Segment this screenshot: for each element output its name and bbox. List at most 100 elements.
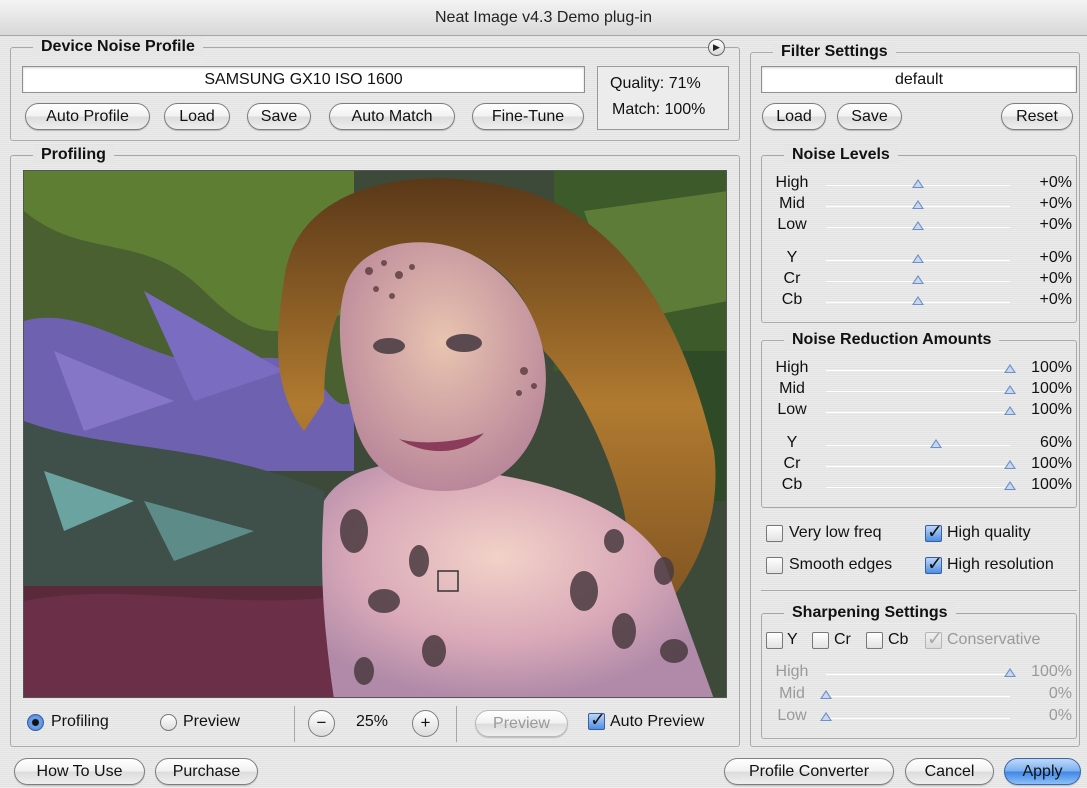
slider-label: Low xyxy=(777,401,807,418)
sharpen-y-label: Y xyxy=(787,631,798,648)
slider-track[interactable] xyxy=(826,412,1010,413)
auto-preview-checkbox[interactable] xyxy=(588,709,606,732)
slider-thumb[interactable] xyxy=(912,296,924,305)
slider-row-low: Low +0% xyxy=(766,215,1072,237)
slider-label: Cb xyxy=(781,291,803,308)
slider-value: 100% xyxy=(1031,455,1072,472)
slider-thumb[interactable] xyxy=(912,200,924,209)
slider-value: 0% xyxy=(1048,685,1072,702)
conservative-label: Conservative xyxy=(947,631,1041,648)
zoom-out-button[interactable]: − xyxy=(308,710,335,737)
slider-label: Y xyxy=(786,434,798,451)
slider-row-high: High 100% xyxy=(766,358,1072,380)
slider-thumb[interactable] xyxy=(820,712,832,721)
slider-row-mid: Mid +0% xyxy=(766,194,1072,216)
slider-label: Low xyxy=(777,216,807,233)
auto-match-button[interactable]: Auto Match xyxy=(329,103,455,130)
zoom-level: 25% xyxy=(356,713,389,730)
slider-value: 100% xyxy=(1031,359,1072,376)
profile-converter-button[interactable]: Profile Converter xyxy=(724,758,894,785)
device-noise-profile-group: Device Noise Profile ▶ SAMSUNG GX10 ISO … xyxy=(10,37,740,141)
slider-thumb[interactable] xyxy=(930,439,943,448)
slider-track[interactable] xyxy=(826,487,1010,488)
high-quality-label: High quality xyxy=(947,524,1031,541)
slider-row-high: High 100% xyxy=(766,662,1072,684)
filter-preset-field[interactable]: default xyxy=(761,66,1077,93)
sharpen-y-checkbox[interactable] xyxy=(766,632,783,649)
slider-row-low: Low 0% xyxy=(766,706,1072,728)
slider-label: High xyxy=(775,174,809,191)
slider-value: 60% xyxy=(1039,434,1072,451)
slider-label: Y xyxy=(786,249,798,266)
cancel-button[interactable]: Cancel xyxy=(905,758,994,785)
match-readout: Match: 100% xyxy=(612,101,706,118)
high-quality-checkbox[interactable] xyxy=(925,521,943,544)
slider-thumb[interactable] xyxy=(912,221,924,230)
slider-row-cb: Cb 100% xyxy=(766,475,1072,497)
profile-load-button[interactable]: Load xyxy=(164,103,230,130)
slider-value: +0% xyxy=(1039,216,1072,233)
smooth-edges-checkbox[interactable] xyxy=(766,557,783,574)
slider-value: +0% xyxy=(1039,174,1072,191)
profile-name-field[interactable]: SAMSUNG GX10 ISO 1600 xyxy=(22,66,585,93)
slider-value: 100% xyxy=(1031,663,1072,680)
slider-row-cr: Cr +0% xyxy=(766,269,1072,291)
slider-track[interactable] xyxy=(826,391,1010,392)
play-circle-icon[interactable]: ▶ xyxy=(708,39,725,56)
profiling-mode-label: Profiling xyxy=(51,713,109,730)
high-resolution-label: High resolution xyxy=(947,556,1054,573)
slider-thumb[interactable] xyxy=(912,275,924,284)
noise-reduction-title: Noise Reduction Amounts xyxy=(784,330,1000,350)
slider-row-y: Y +0% xyxy=(766,248,1072,270)
sharpen-cb-label: Cb xyxy=(888,631,909,648)
sharpen-cr-checkbox[interactable] xyxy=(812,632,829,649)
slider-track[interactable] xyxy=(826,696,1010,697)
profiling-mode-radio[interactable] xyxy=(27,714,44,731)
preview-mode-radio[interactable] xyxy=(160,714,177,731)
profiling-title: Profiling xyxy=(33,145,114,165)
slider-track[interactable] xyxy=(826,466,1010,467)
very-low-freq-label: Very low freq xyxy=(789,524,882,541)
filter-save-button[interactable]: Save xyxy=(837,103,902,130)
filter-settings-title: Filter Settings xyxy=(773,42,896,62)
sharpen-cb-checkbox[interactable] xyxy=(866,632,883,649)
slider-row-low: Low 100% xyxy=(766,400,1072,422)
how-to-use-button[interactable]: How To Use xyxy=(14,758,145,785)
apply-button[interactable]: Apply xyxy=(1004,758,1081,785)
fine-tune-button[interactable]: Fine-Tune xyxy=(472,103,584,130)
slider-value: +0% xyxy=(1039,195,1072,212)
zoom-in-button[interactable]: + xyxy=(412,710,439,737)
divider xyxy=(456,706,457,742)
filter-load-button[interactable]: Load xyxy=(762,103,826,130)
slider-track[interactable] xyxy=(826,674,1010,675)
preview-button[interactable]: Preview xyxy=(475,710,568,737)
high-resolution-checkbox[interactable] xyxy=(925,553,943,576)
slider-thumb[interactable] xyxy=(912,254,924,263)
noise-levels-group: Noise Levels High +0% Mid +0% Low +0% Y +0% Cr +0… xyxy=(761,145,1077,323)
preview-mode-label: Preview xyxy=(183,713,240,730)
auto-profile-button[interactable]: Auto Profile xyxy=(25,103,150,130)
slider-label: Cr xyxy=(783,455,801,472)
conservative-checkbox[interactable] xyxy=(925,628,943,651)
slider-value: +0% xyxy=(1039,249,1072,266)
slider-thumb[interactable] xyxy=(820,690,832,699)
purchase-button[interactable]: Purchase xyxy=(155,758,258,785)
smooth-edges-label: Smooth edges xyxy=(789,556,893,573)
slider-track[interactable] xyxy=(826,445,1010,446)
preview-image[interactable] xyxy=(23,170,727,698)
slider-label: High xyxy=(775,663,809,680)
profile-save-button[interactable]: Save xyxy=(247,103,311,130)
slider-track[interactable] xyxy=(826,370,1010,371)
slider-label: Mid xyxy=(779,380,805,397)
filter-settings-group: Filter Settings default Load Save Reset … xyxy=(750,42,1080,747)
slider-track[interactable] xyxy=(826,718,1010,719)
photo-render xyxy=(24,171,726,697)
slider-value: +0% xyxy=(1039,291,1072,308)
slider-row-mid: Mid 100% xyxy=(766,379,1072,401)
very-low-freq-checkbox[interactable] xyxy=(766,525,783,542)
sharpen-cr-label: Cr xyxy=(834,631,851,648)
filter-reset-button[interactable]: Reset xyxy=(1001,103,1073,130)
slider-thumb[interactable] xyxy=(912,179,924,188)
slider-label: Low xyxy=(777,707,807,724)
noise-reduction-group: Noise Reduction Amounts High 100% Mid 100% L… xyxy=(761,330,1077,508)
